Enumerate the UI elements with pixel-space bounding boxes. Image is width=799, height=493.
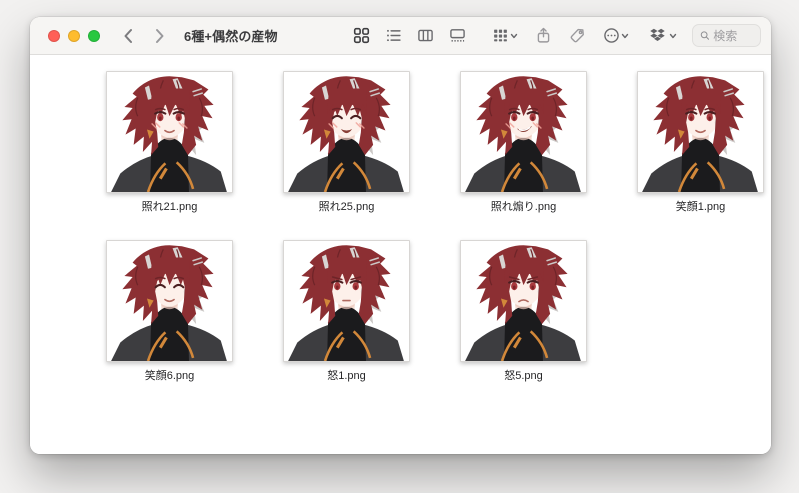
more-icon bbox=[603, 28, 619, 43]
view-switcher bbox=[350, 24, 469, 47]
file-grid: 照れ21.png 照れ25.png 照れ煽り.png 笑顔1.png 笑顔6.p… bbox=[30, 55, 771, 383]
file-item[interactable]: 笑顔6.png bbox=[106, 240, 233, 383]
close-button[interactable] bbox=[48, 29, 60, 42]
file-thumbnail[interactable] bbox=[283, 240, 410, 362]
group-by-button[interactable] bbox=[489, 24, 521, 47]
file-name-label[interactable]: 笑顔6.png bbox=[145, 370, 195, 383]
search-field[interactable] bbox=[691, 24, 761, 47]
icon-view-icon bbox=[353, 27, 369, 44]
file-thumbnail[interactable] bbox=[106, 71, 233, 193]
tag-icon bbox=[570, 28, 584, 43]
file-name-label[interactable]: 笑顔1.png bbox=[676, 201, 726, 214]
chevron-left-icon bbox=[124, 28, 132, 43]
tags-button[interactable] bbox=[566, 24, 589, 47]
file-thumbnail[interactable] bbox=[283, 71, 410, 193]
icon-view-button[interactable] bbox=[350, 24, 373, 47]
back-button[interactable] bbox=[120, 25, 136, 47]
file-item[interactable]: 照れ煽り.png bbox=[460, 71, 587, 214]
search-icon bbox=[700, 31, 709, 40]
file-thumbnail[interactable] bbox=[106, 240, 233, 362]
window-title: 6種+偶然の産物 bbox=[184, 29, 278, 44]
column-view-button[interactable] bbox=[414, 24, 437, 47]
file-name-label[interactable]: 怒1.png bbox=[327, 370, 366, 383]
file-thumbnail[interactable] bbox=[460, 71, 587, 193]
more-actions-button[interactable] bbox=[600, 24, 632, 47]
dropbox-icon bbox=[649, 28, 665, 42]
file-name-label[interactable]: 怒5.png bbox=[504, 370, 543, 383]
file-item[interactable]: 怒1.png bbox=[283, 240, 410, 383]
file-name-label[interactable]: 照れ煽り.png bbox=[491, 201, 556, 214]
toolbar-actions bbox=[489, 24, 632, 47]
file-item[interactable]: 照れ21.png bbox=[106, 71, 233, 214]
file-thumbnail[interactable] bbox=[637, 71, 764, 193]
file-name-label[interactable]: 照れ21.png bbox=[142, 201, 198, 214]
folder-content[interactable]: 照れ21.png 照れ25.png 照れ煽り.png 笑顔1.png 笑顔6.p… bbox=[30, 55, 771, 454]
finder-window: 6種+偶然の産物 検索 照れ21.png 照れ25.png 照れ煽り.png 笑… bbox=[30, 17, 771, 454]
forward-button[interactable] bbox=[152, 25, 168, 47]
group-by-icon bbox=[493, 29, 507, 42]
dropbox-button[interactable] bbox=[646, 25, 680, 46]
file-item[interactable]: 照れ25.png bbox=[283, 71, 410, 214]
gallery-view-button[interactable] bbox=[446, 24, 469, 47]
zoom-button[interactable] bbox=[88, 29, 100, 42]
file-thumbnail[interactable] bbox=[460, 240, 587, 362]
chevron-down-icon bbox=[621, 33, 628, 38]
file-item[interactable]: 怒5.png bbox=[460, 240, 587, 383]
list-view-button[interactable] bbox=[382, 24, 405, 47]
column-view-icon bbox=[417, 29, 433, 42]
search-input[interactable] bbox=[713, 28, 753, 43]
nav-buttons bbox=[120, 25, 168, 47]
list-view-icon bbox=[386, 29, 401, 42]
chevron-down-icon bbox=[510, 33, 517, 38]
file-item[interactable]: 笑顔1.png bbox=[637, 71, 764, 214]
file-name-label[interactable]: 照れ25.png bbox=[319, 201, 375, 214]
share-icon bbox=[537, 27, 549, 43]
traffic-lights bbox=[48, 29, 100, 42]
chevron-right-icon bbox=[156, 28, 164, 43]
share-button[interactable] bbox=[532, 24, 555, 47]
minimize-button[interactable] bbox=[68, 29, 80, 42]
chevron-down-icon bbox=[669, 33, 676, 38]
gallery-view-icon bbox=[449, 29, 465, 42]
toolbar: 6種+偶然の産物 bbox=[30, 17, 771, 55]
